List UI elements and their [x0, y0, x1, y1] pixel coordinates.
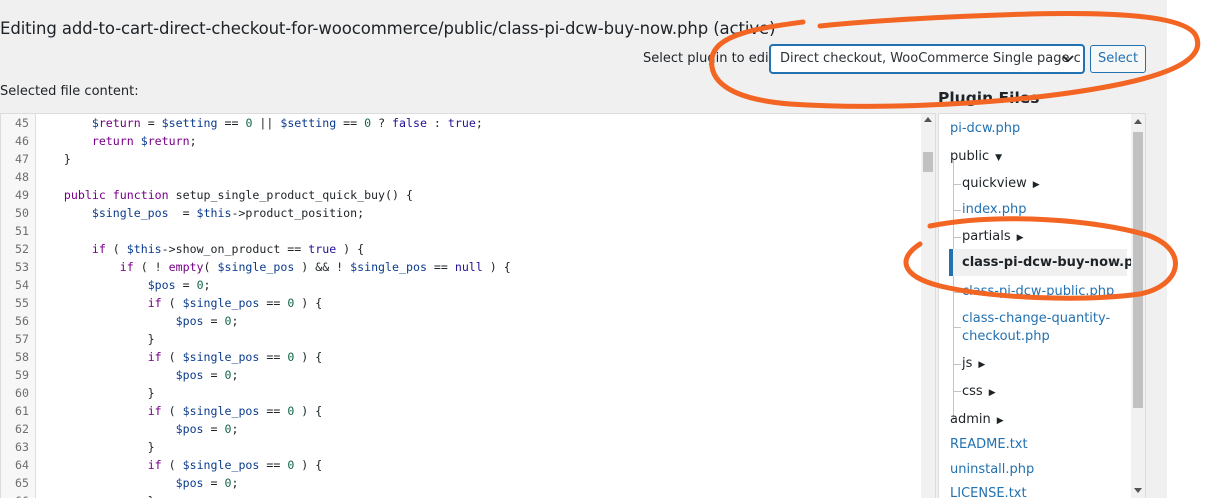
folder-js-label: js — [962, 356, 973, 371]
plugin-select[interactable]: Direct checkout, WooCommerce Single page… — [770, 45, 1084, 73]
line-number: 48 — [15, 170, 29, 184]
code-text: } — [36, 332, 155, 346]
line-number: 47 — [15, 152, 29, 166]
tree-branch — [953, 327, 961, 328]
code-text: $pos = 0; — [175, 368, 239, 382]
code-text: $return = $setting == 0 || $setting == 0… — [91, 116, 483, 130]
files-scrollbar[interactable] — [1131, 114, 1145, 498]
line-number: 66 — [1, 492, 29, 498]
code-text: if ( ! empty( $single_pos ) && ! $single… — [119, 260, 511, 274]
folder-public[interactable]: public ▼ — [950, 149, 1002, 164]
line-number: 49 — [15, 188, 29, 202]
code-text: if ( $single_pos == 0 ) { — [147, 296, 323, 310]
folder-quickview[interactable]: quickview ▶ — [962, 176, 1040, 191]
line-number: 53 — [15, 260, 29, 274]
line-number: 65 — [15, 476, 29, 490]
line-number: 52 — [15, 242, 29, 256]
line-number: 61 — [15, 404, 29, 418]
tree-guide — [953, 160, 954, 420]
editor-scrollbar[interactable] — [921, 114, 935, 498]
folder-css[interactable]: css ▶ — [962, 384, 996, 399]
code-text: return $return; — [91, 134, 197, 148]
line-number: 51 — [15, 224, 29, 238]
file-active-buy-now[interactable]: class-pi-dcw-buy-now.php — [949, 249, 1145, 276]
code-text: } — [36, 492, 155, 498]
scroll-up-icon[interactable] — [1134, 119, 1142, 124]
code-text: } — [36, 440, 155, 454]
tree-branch — [953, 391, 961, 392]
line-number: 58 — [15, 350, 29, 364]
tree-branch — [953, 237, 961, 238]
line-number: 45 — [15, 116, 29, 130]
editor-scroll-thumb[interactable] — [923, 152, 933, 172]
chevron-down-icon — [1062, 55, 1074, 63]
line-number: 60 — [15, 386, 29, 400]
tree-branch — [953, 210, 961, 211]
folder-admin-label: admin — [950, 412, 991, 427]
folder-partials[interactable]: partials ▶ — [962, 229, 1024, 244]
triangle-right-icon: ▶ — [1032, 180, 1040, 190]
line-number: 62 — [15, 422, 29, 436]
line-number: 55 — [15, 296, 29, 310]
file-readme[interactable]: README.txt — [950, 437, 1028, 452]
code-text: if ( $this->show_on_product == true ) { — [91, 242, 365, 256]
files-scroll-thumb[interactable] — [1133, 132, 1143, 408]
file-license[interactable]: LICENSE.txt — [950, 486, 1027, 498]
code-text: if ( $single_pos == 0 ) { — [147, 350, 323, 364]
triangle-down-icon: ▼ — [995, 153, 1003, 163]
triangle-right-icon: ▶ — [1016, 233, 1024, 243]
line-number: 56 — [15, 314, 29, 328]
tree-branch — [953, 184, 961, 185]
plugin-files-panel: pi-dcw.php public ▼ quickview ▶ index.php … — [938, 113, 1146, 498]
scroll-up-icon[interactable] — [924, 117, 932, 122]
line-number: 54 — [15, 278, 29, 292]
code-text: $pos = 0; — [175, 476, 239, 490]
code-text: public function setup_single_product_qui… — [63, 188, 413, 202]
folder-admin[interactable]: admin ▶ — [950, 412, 1004, 427]
file-change-quantity-line1: class-change-quantity- — [962, 311, 1111, 326]
code-text: $pos = 0; — [175, 314, 239, 328]
triangle-right-icon: ▶ — [988, 388, 996, 398]
code-text: $pos = 0; — [147, 278, 211, 292]
editor-page: Editing add-to-cart-direct-checkout-for-… — [0, 0, 1167, 498]
line-number: 46 — [15, 134, 29, 148]
select-plugin-label: Select plugin to edit: — [643, 51, 779, 66]
code-text: if ( $single_pos == 0 ) { — [147, 404, 323, 418]
line-number: 50 — [15, 206, 29, 220]
code-text: } — [36, 386, 155, 400]
file-pi-dcw[interactable]: pi-dcw.php — [950, 121, 1020, 136]
line-number: 64 — [15, 458, 29, 472]
page-title: Editing add-to-cart-direct-checkout-for-… — [0, 19, 776, 38]
scroll-down-icon[interactable] — [1134, 488, 1142, 493]
plugin-select-value: Direct checkout, WooCommerce Single page… — [780, 51, 1081, 66]
plugin-files-title: Plugin Files — [938, 89, 1040, 107]
select-button[interactable]: Select — [1090, 45, 1146, 73]
folder-public-label: public — [950, 149, 990, 164]
folder-partials-label: partials — [962, 229, 1011, 244]
line-number: 59 — [15, 368, 29, 382]
code-text: $pos = 0; — [175, 422, 239, 436]
file-uninstall[interactable]: uninstall.php — [950, 462, 1034, 477]
code-editor[interactable]: 45 $return = $setting == 0 || $setting =… — [0, 113, 936, 498]
triangle-right-icon: ▶ — [978, 360, 986, 370]
file-change-quantity[interactable]: class-change-quantity- checkout.php — [962, 310, 1110, 346]
tree-branch — [953, 364, 961, 365]
code-text: if ( $single_pos == 0 ) { — [147, 458, 323, 472]
triangle-right-icon: ▶ — [996, 416, 1004, 426]
line-number: 63 — [15, 440, 29, 454]
code-text: $single_pos = $this->product_position; — [91, 206, 365, 220]
file-change-quantity-line2: checkout.php — [962, 329, 1050, 344]
code-text: } — [36, 152, 71, 166]
folder-quickview-label: quickview — [962, 176, 1027, 191]
file-dcw-public[interactable]: class-pi-dcw-public.php — [962, 284, 1114, 299]
line-number: 57 — [15, 332, 29, 346]
tree-branch — [953, 292, 961, 293]
selected-file-label: Selected file content: — [0, 84, 139, 99]
folder-js[interactable]: js ▶ — [962, 356, 985, 371]
folder-css-label: css — [962, 384, 983, 399]
file-index[interactable]: index.php — [962, 202, 1026, 217]
